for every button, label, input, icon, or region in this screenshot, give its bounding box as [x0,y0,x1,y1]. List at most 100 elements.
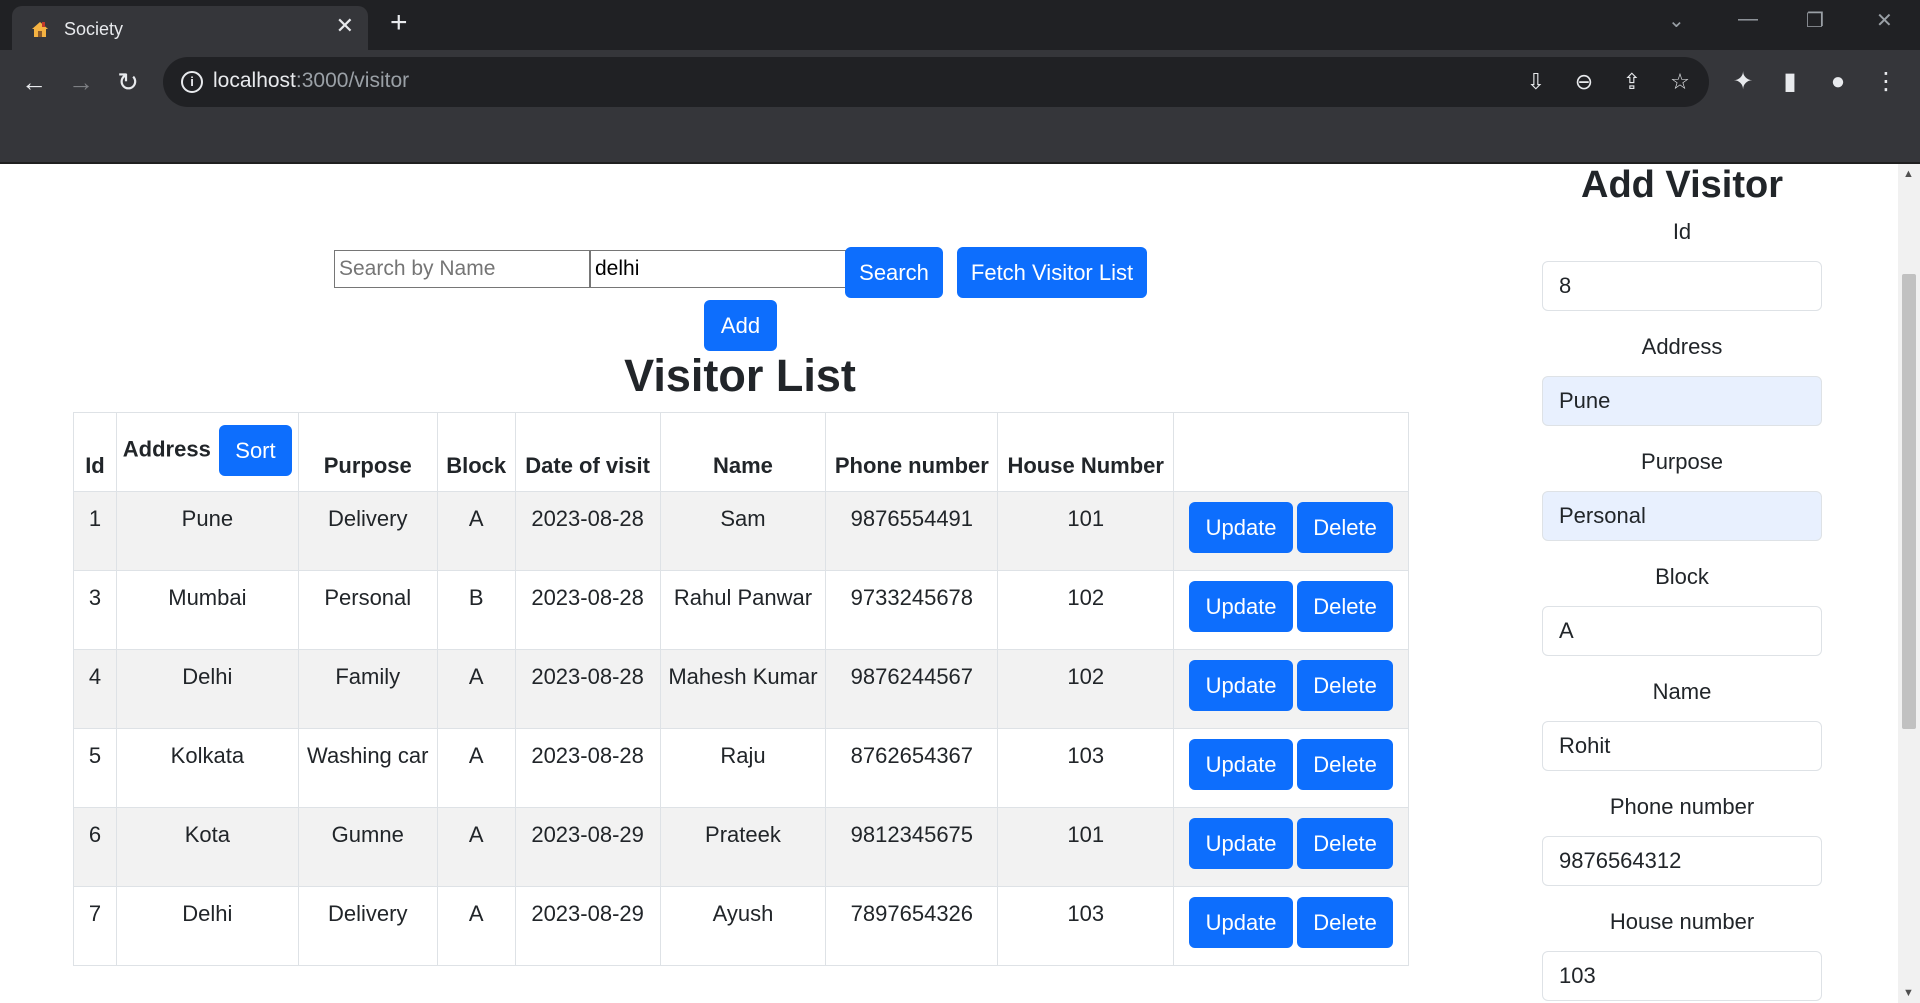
table-row: 7 Delhi Delivery A 2023-08-29 Ayush 7897654326… [73,886,1409,966]
minimize-icon[interactable]: — [1738,8,1758,31]
bookmarks-bar [0,114,1920,164]
add-button[interactable]: Add [704,300,777,351]
cell-date: 2023-08-28 [514,728,661,808]
header-block: Block [436,412,516,492]
cell-name: Ayush [659,886,827,966]
cell-address: Kota [115,807,299,887]
cell-date: 2023-08-29 [514,886,661,966]
visitor-table: Id Address Sort Purpose Block Date of vi… [73,412,1409,966]
delete-button[interactable]: Delete [1297,581,1394,632]
delete-button[interactable]: Delete [1297,818,1394,869]
fetch-visitor-list-button[interactable]: Fetch Visitor List [957,247,1147,298]
table-row: 3 Mumbai Personal B 2023-08-28 Rahul Panwar 97… [73,570,1409,650]
search-button[interactable]: Search [845,247,943,298]
update-button[interactable]: Update [1189,581,1294,632]
update-button[interactable]: Update [1189,502,1294,553]
close-window-icon[interactable]: ✕ [1876,8,1893,33]
header-address-label: Address [122,436,211,462]
cell-name: Rahul Panwar [659,570,827,650]
cell-actions: Update Delete [1173,649,1409,729]
forward-icon[interactable]: → [63,64,99,100]
form-input[interactable]: Rohit [1542,721,1822,771]
scroll-thumb[interactable] [1902,274,1916,729]
cell-phone: 7897654326 [825,886,999,966]
form-label: Id [1672,219,1692,244]
browser-tab[interactable]: Society ✕ [12,6,368,50]
table-row: 6 Kota Gumne A 2023-08-29 Prateek 9812345675 10… [73,807,1409,887]
close-tab-icon[interactable]: ✕ [336,15,354,37]
share-icon[interactable]: ⇪ [1619,69,1645,95]
header-name: Name [659,412,827,492]
form-label: Block [1655,564,1709,589]
search-address-input[interactable] [590,250,846,288]
zoom-icon[interactable]: ⊖ [1571,69,1597,95]
header-purpose: Purpose [297,412,438,492]
form-input[interactable]: 103 [1542,951,1822,1001]
cell-name: Sam [659,491,827,571]
extensions-icon[interactable]: ✦ [1727,66,1759,98]
cell-house: 103 [997,728,1175,808]
cell-date: 2023-08-28 [514,649,661,729]
site-info-icon[interactable]: i [181,71,203,93]
page-scrollbar[interactable]: ▲ ▼ [1898,164,1920,1003]
delete-button[interactable]: Delete [1297,897,1394,948]
update-button[interactable]: Update [1189,818,1294,869]
form-input[interactable]: Pune [1542,376,1822,426]
cell-address: Pune [115,491,299,571]
house-icon [32,22,48,37]
form-label: Phone number [1609,794,1755,819]
cell-date: 2023-08-28 [514,570,661,650]
tab-search-icon[interactable]: ⌄ [1668,8,1685,33]
form-input[interactable]: 9876564312 [1542,836,1822,886]
table-header-row: Id Address Sort Purpose Block Date of vi… [73,412,1409,492]
scroll-down-icon[interactable]: ▼ [1903,987,1914,999]
delete-button[interactable]: Delete [1297,502,1394,553]
cell-date: 2023-08-29 [514,807,661,887]
cell-id: 1 [73,491,117,571]
new-tab-icon[interactable]: + [390,8,408,38]
sort-button[interactable]: Sort [218,425,292,476]
search-name-input[interactable] [334,250,590,288]
install-icon[interactable]: ⇩ [1523,69,1549,95]
scroll-up-icon[interactable]: ▲ [1903,168,1914,180]
browser-tab-strip: Society ✕ + ⌄ — ❐ ✕ [0,0,1920,50]
bookmark-star-icon[interactable]: ☆ [1667,69,1693,95]
form-label: Name [1652,679,1712,704]
header-id: Id [73,412,117,492]
cell-id: 7 [73,886,117,966]
form-input[interactable]: A [1542,606,1822,656]
cell-block: A [436,649,516,729]
cell-house: 101 [997,807,1175,887]
form-label: Address [1641,334,1723,359]
cell-purpose: Personal [297,570,438,650]
side-panel-icon[interactable]: ▮ [1774,66,1806,98]
cell-address: Delhi [115,649,299,729]
cell-purpose: Family [297,649,438,729]
update-button[interactable]: Update [1189,660,1294,711]
cell-address: Mumbai [115,570,299,650]
cell-purpose: Washing car [297,728,438,808]
form-input[interactable]: Personal [1542,491,1822,541]
cell-phone: 9876244567 [825,649,999,729]
cell-address: Delhi [115,886,299,966]
reload-icon[interactable]: ↻ [110,64,146,100]
form-title: Add Visitor [1581,164,1783,206]
cell-block: B [436,570,516,650]
delete-button[interactable]: Delete [1297,660,1394,711]
cell-house: 102 [997,649,1175,729]
update-button[interactable]: Update [1189,897,1294,948]
table-row: 5 Kolkata Washing car A 2023-08-28 Raju 876265… [73,728,1409,808]
address-bar[interactable]: i localhost:3000/visitor ⇩ ⊖ ⇪ ☆ [163,57,1709,107]
profile-icon[interactable]: ● [1822,66,1854,98]
update-button[interactable]: Update [1189,739,1294,790]
back-icon[interactable]: ← [16,64,52,100]
delete-button[interactable]: Delete [1297,739,1394,790]
menu-icon[interactable]: ⋮ [1870,66,1902,98]
form-input[interactable]: 8 [1542,261,1822,311]
cell-actions: Update Delete [1173,570,1409,650]
cell-name: Raju [659,728,827,808]
cell-house: 101 [997,491,1175,571]
restore-icon[interactable]: ❐ [1806,8,1824,33]
header-phone: Phone number [825,412,999,492]
cell-purpose: Delivery [297,886,438,966]
